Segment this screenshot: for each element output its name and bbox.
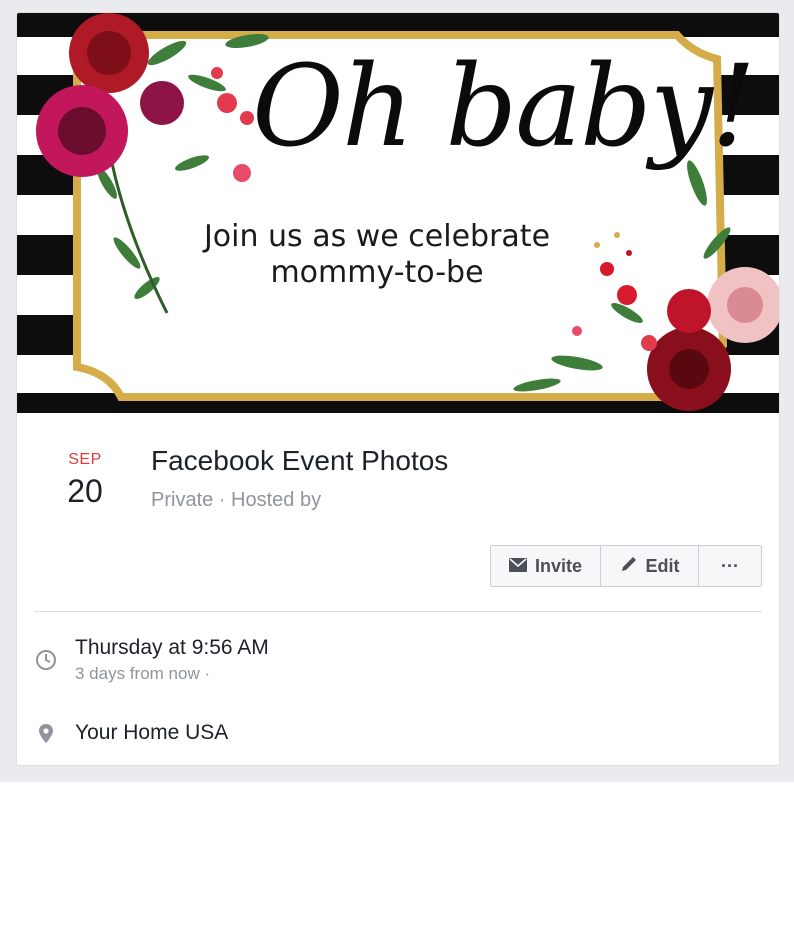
section-divider: [34, 611, 762, 612]
event-date-day: 20: [67, 473, 103, 509]
clock-icon: [35, 649, 57, 671]
edit-button[interactable]: Edit: [600, 546, 698, 586]
invite-button[interactable]: Invite: [491, 546, 600, 586]
event-privacy-host: Private · Hosted by: [151, 489, 322, 511]
event-time-relative: 3 days from now ·: [75, 664, 211, 683]
event-action-bar: Invite Edit ···: [490, 545, 762, 587]
event-cover-photo[interactable]: Oh baby! Join us as we celebrate mommy-t…: [17, 13, 779, 413]
more-options-button[interactable]: ···: [698, 546, 761, 586]
edit-label: Edit: [645, 555, 680, 576]
map-pin-icon: [37, 723, 59, 745]
event-card: Oh baby! Join us as we celebrate mommy-t…: [16, 12, 780, 766]
more-dots-icon: ···: [721, 555, 739, 576]
cover-artwork: [17, 13, 779, 413]
event-location[interactable]: Your Home USA: [75, 721, 228, 745]
event-time[interactable]: Thursday at 9:56 AM: [75, 636, 269, 660]
invite-label: Invite: [534, 555, 582, 576]
event-title[interactable]: Facebook Event Photos: [151, 445, 448, 477]
event-date-month: SEP: [68, 451, 102, 468]
envelope-icon: [508, 556, 527, 577]
pencil-icon: [620, 555, 638, 578]
